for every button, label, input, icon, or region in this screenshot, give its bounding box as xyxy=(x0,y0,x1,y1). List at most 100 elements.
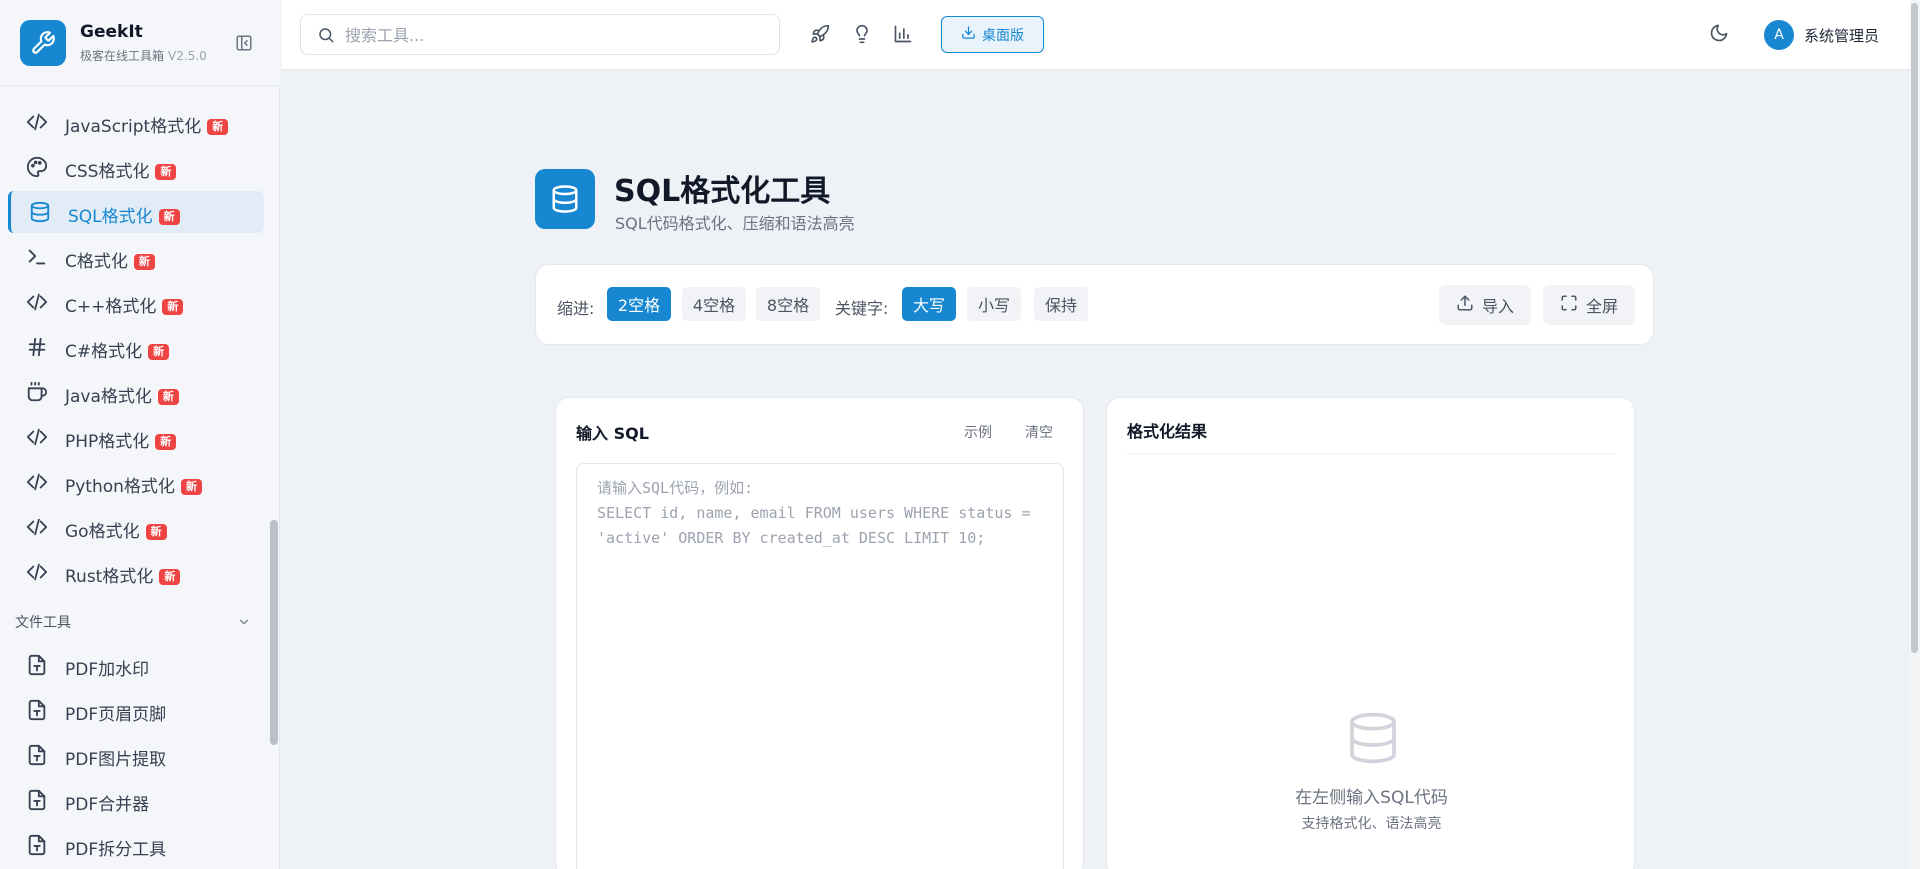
sidebar-item-label: Go格式化 xyxy=(65,522,140,542)
sidebar-item-pdf-merge[interactable]: PDF合并器 xyxy=(8,779,264,821)
code-icon xyxy=(26,426,48,448)
avatar[interactable]: A xyxy=(1764,20,1794,50)
moon-icon[interactable] xyxy=(1709,23,1733,47)
new-badge: 新 xyxy=(155,164,177,180)
fullscreen-icon xyxy=(1560,294,1578,316)
indent-4-button[interactable]: 4空格 xyxy=(682,287,746,321)
input-panel-title: 输入 SQL xyxy=(576,424,649,443)
sidebar-item-label: Java格式化 xyxy=(65,387,152,407)
sidebar-item-label: Rust格式化 xyxy=(65,567,154,587)
code-icon xyxy=(26,291,48,313)
code-icon xyxy=(26,516,48,538)
sidebar-item-pdf-split[interactable]: PDF拆分工具 xyxy=(8,824,264,866)
new-badge: 新 xyxy=(148,344,170,360)
file-text-icon xyxy=(26,744,48,766)
sidebar-collapse-icon[interactable] xyxy=(234,33,254,53)
new-badge: 新 xyxy=(157,389,179,405)
options-toolbar: 缩进: 2空格 4空格 8空格 关键字: 大写 小写 保持 导入 全屏 xyxy=(535,264,1654,345)
desktop-download-button[interactable]: 桌面版 xyxy=(941,16,1044,53)
clear-button[interactable]: 清空 xyxy=(1025,422,1053,442)
sidebar-scrollbar[interactable] xyxy=(270,520,278,745)
sidebar-item-label: CSS格式化 xyxy=(65,162,150,182)
wrench-icon[interactable] xyxy=(20,20,66,66)
sidebar-item-php[interactable]: PHP格式化新 xyxy=(8,416,264,458)
file-text-icon xyxy=(26,789,48,811)
indent-8-button[interactable]: 8空格 xyxy=(756,287,820,321)
import-button-label: 导入 xyxy=(1481,297,1514,316)
new-badge: 新 xyxy=(162,299,184,315)
code-icon xyxy=(26,111,48,133)
sidebar-item-label: C格式化 xyxy=(65,252,128,272)
hash-icon xyxy=(26,336,48,358)
desktop-button-label: 桌面版 xyxy=(982,27,1024,44)
palette-icon xyxy=(26,156,48,178)
fullscreen-button-label: 全屏 xyxy=(1585,297,1618,316)
sidebar-item-pdf-image-extract[interactable]: PDF图片提取 xyxy=(8,734,264,776)
sidebar-item-sql[interactable]: SQL格式化新 xyxy=(8,191,264,233)
coffee-icon xyxy=(26,381,48,403)
sidebar-item-label: PDF合并器 xyxy=(65,795,150,815)
code-icon xyxy=(26,471,48,493)
output-panel: 格式化结果 在左侧输入SQL代码 支持格式化、语法高亮 xyxy=(1106,397,1635,869)
sidebar-item-css[interactable]: CSS格式化新 xyxy=(8,146,264,188)
lightbulb-icon[interactable] xyxy=(851,23,873,45)
sidebar-item-java[interactable]: Java格式化新 xyxy=(8,371,264,413)
user-name[interactable]: 系统管理员 xyxy=(1804,25,1879,46)
brand-version: V2.5.0 xyxy=(168,49,207,63)
example-button[interactable]: 示例 xyxy=(964,422,992,442)
sidebar: GeekIt 极客在线工具箱 V2.5.0 JavaScript格式化新 CSS格… xyxy=(0,0,280,869)
new-badge: 新 xyxy=(155,434,177,450)
file-text-icon xyxy=(26,699,48,721)
sidebar-item-csharp[interactable]: C#格式化新 xyxy=(8,326,264,368)
sidebar-item-cpp[interactable]: C++格式化新 xyxy=(8,281,264,323)
empty-state-title: 在左侧输入SQL代码 xyxy=(1295,788,1448,808)
new-badge: 新 xyxy=(133,254,155,270)
sidebar-item-label: PDF页眉页脚 xyxy=(65,705,167,725)
sidebar-item-pdf-watermark[interactable]: PDF加水印 xyxy=(8,644,264,686)
input-panel: 输入 SQL 示例 清空 xyxy=(555,397,1084,869)
sidebar-section-title[interactable]: 文件工具 xyxy=(15,612,71,632)
sidebar-item-label: C#格式化 xyxy=(65,342,143,362)
sidebar-item-label: C++格式化 xyxy=(65,297,157,317)
search-box[interactable] xyxy=(300,14,780,55)
keyword-lowercase-button[interactable]: 小写 xyxy=(967,287,1021,321)
database-icon xyxy=(29,201,51,223)
sidebar-item-pdf-header-footer[interactable]: PDF页眉页脚 xyxy=(8,689,264,731)
chevron-down-icon[interactable] xyxy=(237,614,251,633)
brand-name: GeekIt xyxy=(80,22,143,42)
new-badge: 新 xyxy=(207,119,229,135)
sidebar-item-label: PDF加水印 xyxy=(65,660,150,680)
sidebar-item-go[interactable]: Go格式化新 xyxy=(8,506,264,548)
search-icon xyxy=(317,26,335,48)
indent-label: 缩进: xyxy=(557,299,595,318)
brand-tagline: 极客在线工具箱 xyxy=(80,49,165,63)
empty-state-subtitle: 支持格式化、语法高亮 xyxy=(1301,816,1442,832)
terminal-icon xyxy=(26,246,48,268)
top-bar: 桌面版 A 系统管理员 xyxy=(281,0,1910,70)
rocket-icon[interactable] xyxy=(809,23,831,45)
download-icon xyxy=(961,25,976,44)
sidebar-item-c[interactable]: C格式化新 xyxy=(8,236,264,278)
keyword-preserve-button[interactable]: 保持 xyxy=(1034,287,1088,321)
database-icon xyxy=(535,169,595,229)
sidebar-item-rust[interactable]: Rust格式化新 xyxy=(8,551,264,593)
sidebar-item-python[interactable]: Python格式化新 xyxy=(8,461,264,503)
keyword-uppercase-button[interactable]: 大写 xyxy=(902,287,956,321)
sidebar-item-label: JavaScript格式化 xyxy=(65,117,202,137)
page-scrollbar[interactable] xyxy=(1911,3,1918,653)
sidebar-item-label: SQL格式化 xyxy=(68,207,153,227)
import-button[interactable]: 导入 xyxy=(1439,285,1531,325)
indent-2-button[interactable]: 2空格 xyxy=(607,287,671,321)
fullscreen-button[interactable]: 全屏 xyxy=(1543,285,1635,325)
page-title: SQL格式化工具 xyxy=(614,174,831,209)
output-panel-title: 格式化结果 xyxy=(1127,422,1208,441)
code-icon xyxy=(26,561,48,583)
bar-chart-icon[interactable] xyxy=(892,23,914,45)
sql-input[interactable] xyxy=(576,463,1064,869)
sidebar-item-label: PHP格式化 xyxy=(65,432,150,452)
sidebar-item-javascript[interactable]: JavaScript格式化新 xyxy=(8,101,264,143)
sidebar-item-label: PDF拆分工具 xyxy=(65,840,167,860)
search-input[interactable] xyxy=(345,23,765,47)
brand-header: GeekIt 极客在线工具箱 V2.5.0 xyxy=(0,0,280,86)
new-badge: 新 xyxy=(158,209,180,225)
